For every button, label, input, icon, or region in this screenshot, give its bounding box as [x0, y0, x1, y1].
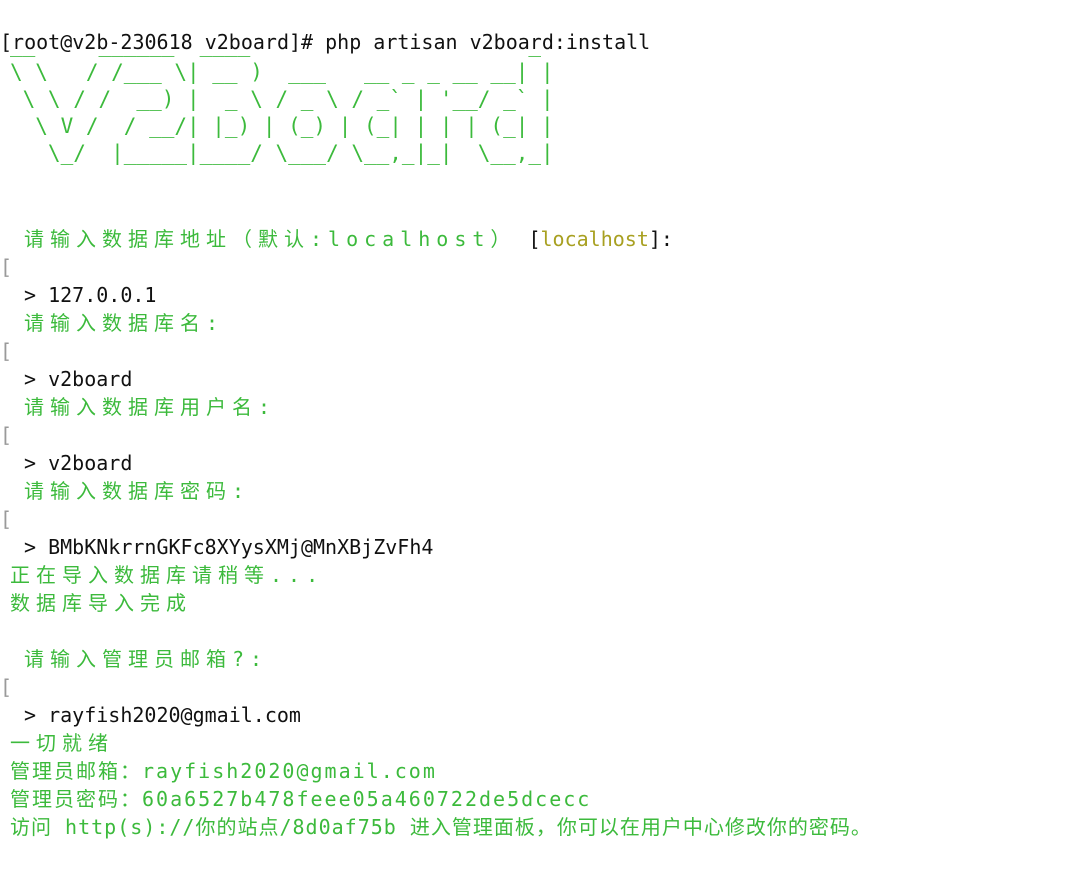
admin-email-result-row: 管理员邮箱：rayfish2020@gmail.com [0, 729, 1086, 783]
db-user-question-row: 请输入数据库用户名: [0, 365, 1086, 419]
import-done-status: 数据库导入完成 [10, 591, 192, 615]
importing-status-row: 正在导入数据库请稍等... [0, 533, 1086, 587]
db-pass-question-row: 请输入数据库密码: [0, 449, 1086, 503]
banner-line: \ V / / __/| |_) | (_) | (_| | | | (_| | [10, 114, 554, 138]
terminal-window[interactable]: [root@v2b-230618 v2board]# php artisan v… [0, 0, 1086, 839]
v2board-ascii-banner: __ ______ ____ _ \ \ / /___ \| __ ) ___ … [10, 32, 554, 167]
banner-line: \ \ / / __) | _ \ / _ \ / _` | '__/ _` | [10, 87, 554, 111]
db-host-answer-row: [ > 127.0.0.1 [0, 225, 1086, 307]
import-done-row: 数据库导入完成 [0, 561, 1086, 615]
prompt-bracket: [ [0, 675, 13, 699]
db-name-question-row: 请输入数据库名: [0, 281, 1086, 335]
visit-instructions-row: 访问 http(s)://你的站点/8d0af75b 进入管理面板，你可以在用户… [0, 785, 1086, 839]
prompt-bracket: [ [0, 507, 13, 531]
banner-line: __ ______ ____ _ [10, 33, 542, 57]
db-name-answer-row: [ > v2board [0, 309, 1086, 391]
admin-pass-result-row: 管理员密码：60a6527b478feee05a460722de5dcecc [0, 757, 1086, 811]
admin-email-answer-row: [ > rayfish2020@gmail.com [0, 645, 1086, 727]
admin-email-question-row: 请输入管理员邮箱?: [0, 617, 1086, 671]
banner-line: \ \ / /___ \| __ ) ___ __ _ _ __ __| | [10, 60, 554, 84]
ready-row: 一切就绪 [0, 701, 1086, 755]
banner-line: \_/ |_____|____/ \___/ \__,_|_| \__,_| [10, 141, 554, 165]
command-line-row: [root@v2b-230618 v2board]# php artisan v… [0, 0, 1086, 54]
db-host-question-row: 请输入数据库地址（默认:localhost） [localhost]: [0, 197, 1086, 251]
prompt-bracket: [ [0, 255, 13, 279]
db-pass-answer-row: [ > BMbKNkrrnGKFc8XYysXMj@MnXBjZvFh4 [0, 477, 1086, 559]
prompt-bracket: [ [0, 339, 13, 363]
visit-instructions: 访问 http(s)://你的站点/8d0af75b 进入管理面板，你可以在用户… [10, 815, 872, 839]
prompt-bracket: [ [0, 423, 13, 447]
db-user-answer-row: [ > v2board [0, 393, 1086, 475]
